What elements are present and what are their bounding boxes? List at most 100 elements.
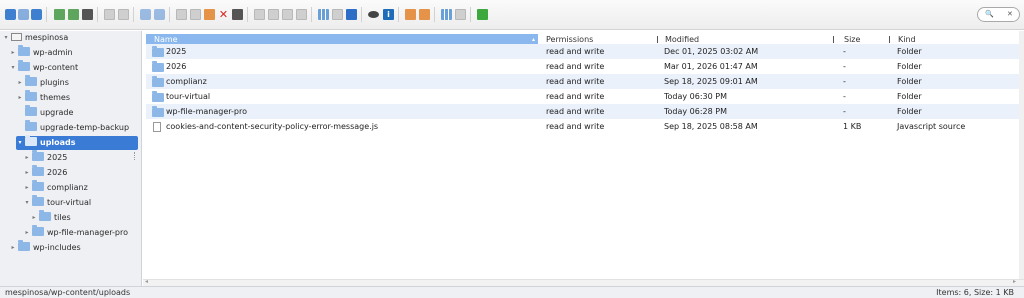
up-icon[interactable] (31, 9, 42, 20)
folder-open-icon (25, 135, 37, 146)
grid-icon[interactable] (441, 9, 452, 20)
file-permissions: read and write (546, 62, 605, 71)
folder-icon (25, 105, 37, 116)
sidebar-item-plugins[interactable]: ▸ plugins (16, 75, 69, 90)
column-resize-handle[interactable] (657, 36, 658, 43)
search-input[interactable]: 🔍 ✕ (977, 7, 1020, 22)
toolbar-divider (46, 7, 47, 22)
undo-icon[interactable] (140, 9, 151, 20)
duplicate-icon[interactable] (254, 9, 265, 20)
file-size: - (843, 77, 846, 86)
paste-icon[interactable] (118, 9, 129, 20)
table-row[interactable]: wp-file-manager-pro read and write Today… (146, 104, 1019, 119)
column-resize-handle[interactable] (889, 36, 890, 43)
folder-icon (25, 120, 37, 131)
sidebar-item-tiles[interactable]: ▸ tiles (30, 210, 71, 225)
status-info: Items: 6, Size: 1 KB (936, 288, 1014, 297)
table-row[interactable]: complianz read and write Sep 18, 2025 09… (146, 74, 1019, 89)
search-icon: 🔍 (985, 10, 994, 18)
cut-icon[interactable] (176, 9, 187, 20)
chevron-down-icon[interactable]: ▾ (16, 136, 24, 150)
sort-icon[interactable] (346, 9, 357, 20)
file-kind: Folder (897, 77, 922, 86)
sidebar-item-mespinosa[interactable]: ▾ mespinosa (2, 31, 68, 45)
table-row[interactable]: tour-virtual read and write Today 06:30 … (146, 89, 1019, 104)
chevron-down-icon[interactable]: ▾ (2, 31, 10, 45)
edit-icon[interactable] (282, 9, 293, 20)
table-row[interactable]: cookies-and-content-security-policy-erro… (146, 119, 1019, 134)
save-icon[interactable] (82, 9, 93, 20)
toolbar-divider (247, 7, 248, 22)
sidebar-item-themes[interactable]: ▸ themes (16, 90, 70, 105)
sidebar-item-label: tiles (54, 213, 71, 222)
toolbar-divider (434, 7, 435, 22)
empty-icon[interactable] (232, 9, 243, 20)
sidebar-item-wp-file-manager-pro[interactable]: ▸ wp-file-manager-pro (23, 225, 128, 240)
file-name: cookies-and-content-security-policy-erro… (166, 122, 379, 131)
sidebar-item-2025[interactable]: ▸ 2025 (23, 150, 67, 165)
copy-files-icon[interactable] (190, 9, 201, 20)
sidebar-resize-handle[interactable] (134, 152, 136, 160)
file-modified: Sep 18, 2025 08:58 AM (664, 122, 758, 131)
horizontal-scrollbar[interactable]: ◂ ▸ (143, 278, 1024, 286)
forward-icon[interactable] (18, 9, 29, 20)
sidebar-item-wp-admin[interactable]: ▸ wp-admin (9, 45, 73, 60)
view-icons-icon[interactable] (318, 9, 329, 20)
vertical-scrollbar[interactable] (1019, 31, 1024, 286)
folder-icon (25, 90, 37, 101)
new-file-icon[interactable] (68, 9, 79, 20)
chevron-right-icon[interactable]: ▸ (16, 91, 24, 105)
back-icon[interactable] (5, 9, 16, 20)
table-row[interactable]: 2025 read and write Dec 01, 2025 03:02 A… (146, 44, 1019, 59)
extract-icon[interactable] (405, 9, 416, 20)
reload-icon[interactable] (54, 9, 65, 20)
file-permissions: read and write (546, 47, 605, 56)
view-list-icon[interactable] (332, 9, 343, 20)
file-name: 2026 (166, 62, 187, 71)
chevron-right-icon[interactable]: ▸ (23, 151, 31, 165)
sidebar-item-complianz[interactable]: ▸ complianz (23, 180, 88, 195)
copy-icon[interactable] (104, 9, 115, 20)
file-permissions: read and write (546, 122, 605, 131)
redo-icon[interactable] (154, 9, 165, 20)
file-name: complianz (166, 77, 207, 86)
sidebar-item-upgrade-temp-backup[interactable]: upgrade-temp-backup (16, 120, 129, 135)
sidebar-item-label: plugins (40, 78, 69, 87)
chevron-down-icon[interactable]: ▾ (9, 61, 17, 75)
table-row[interactable]: 2026 read and write Mar 01, 2026 01:47 A… (146, 59, 1019, 74)
paste-files-icon[interactable] (204, 9, 215, 20)
chevron-right-icon[interactable]: ▸ (9, 241, 17, 255)
chevron-right-icon[interactable]: ▸ (30, 211, 38, 225)
chevron-down-icon[interactable]: ▾ (23, 196, 31, 210)
scroll-right-icon[interactable]: ▸ (1013, 278, 1016, 285)
chevron-right-icon[interactable]: ▸ (23, 166, 31, 180)
sidebar-item-2026[interactable]: ▸ 2026 (23, 165, 67, 180)
toolbar-divider (97, 7, 98, 22)
drive-icon (11, 33, 22, 41)
chevron-right-icon[interactable]: ▸ (16, 76, 24, 90)
scroll-left-icon[interactable]: ◂ (145, 278, 148, 285)
chevron-right-icon[interactable]: ▸ (23, 226, 31, 240)
file-name: tour-virtual (166, 92, 211, 101)
file-kind: Folder (897, 62, 922, 71)
delete-icon[interactable]: ✕ (218, 9, 229, 20)
folder-icon (152, 106, 164, 117)
sidebar-item-wp-includes[interactable]: ▸ wp-includes (9, 240, 81, 255)
sidebar-item-upgrade[interactable]: upgrade (16, 105, 73, 120)
rename-icon[interactable] (268, 9, 279, 20)
archive-icon[interactable] (419, 9, 430, 20)
chevron-right-icon[interactable]: ▸ (23, 181, 31, 195)
sidebar-item-uploads[interactable]: ▾ uploads (16, 135, 138, 150)
preview-icon[interactable] (368, 11, 379, 18)
sidebar-item-label: complianz (47, 183, 88, 192)
sidebar-item-tour-virtual[interactable]: ▾ tour-virtual (23, 195, 91, 210)
fullscreen-icon[interactable] (477, 9, 488, 20)
help-icon[interactable] (455, 9, 466, 20)
column-resize-handle[interactable] (833, 36, 834, 43)
info-icon[interactable]: i (383, 9, 394, 20)
sidebar-item-wp-content[interactable]: ▾ wp-content (9, 60, 78, 75)
chevron-right-icon[interactable]: ▸ (9, 46, 17, 60)
close-icon[interactable]: ✕ (1007, 10, 1013, 18)
file-kind: Folder (897, 107, 922, 116)
resize-icon[interactable] (296, 9, 307, 20)
